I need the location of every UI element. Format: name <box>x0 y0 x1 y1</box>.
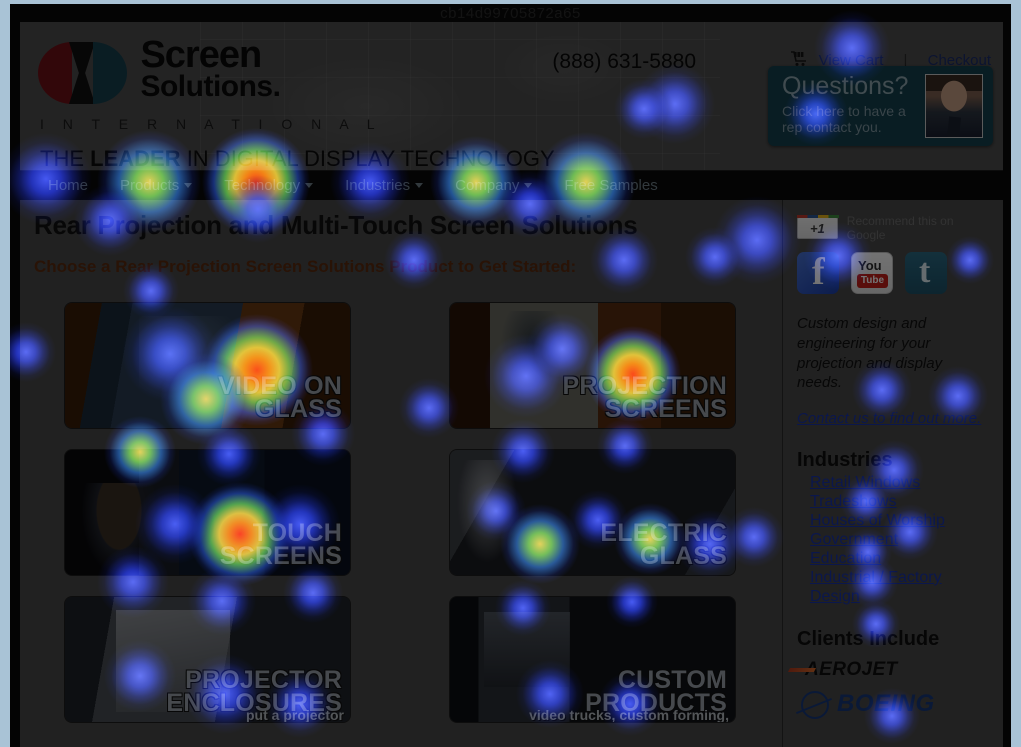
list-item[interactable]: Design <box>810 588 991 606</box>
tile-caption: TOUCH SCREENS <box>219 520 342 571</box>
nav-label: Products <box>120 177 180 194</box>
nav-item-free-samples[interactable]: Free Samples <box>548 177 673 194</box>
tagline-pre: THE <box>40 146 91 170</box>
page-title: Rear Projection and Multi-Touch Screen S… <box>34 210 638 240</box>
product-tile-grid: VIDEO ON GLASS PROJECTION SCREENS TOUCH … <box>34 303 782 722</box>
clients-heading: Clients Include <box>797 627 940 650</box>
tile-caption-line2: GLASS <box>639 542 727 571</box>
main-navigation: Home Products Technology Industries Comp… <box>20 170 1003 200</box>
industry-link-design[interactable]: Design <box>810 588 860 605</box>
boeing-mark-icon <box>797 689 831 719</box>
tile-caption-line2: SCREENS <box>219 542 342 571</box>
product-tile-video-on-glass[interactable]: VIDEO ON GLASS <box>65 303 350 428</box>
tile-caption: ELECTRIC GLASS <box>600 520 727 571</box>
nav-item-products[interactable]: Products <box>104 177 208 194</box>
tile-caption-line2: GLASS <box>254 395 342 424</box>
client-logo-boeing: BOEING <box>797 689 991 719</box>
list-item[interactable]: Government <box>810 531 991 549</box>
boeing-wordmark: BOEING <box>837 689 935 717</box>
list-item[interactable]: Education <box>810 550 991 568</box>
nav-label: Industries <box>345 177 411 194</box>
nav-item-technology[interactable]: Technology <box>208 177 329 194</box>
nav-label: Free Samples <box>564 177 658 194</box>
logo-mark-icon <box>38 42 130 104</box>
product-tile-electric-glass[interactable]: ELECTRIC GLASS <box>450 450 735 575</box>
site-tagline: THE LEADER IN DIGITAL DISPLAY TECHNOLOGY <box>40 146 555 170</box>
tagline-post: IN DIGITAL DISPLAY TECHNOLOGY <box>180 146 555 170</box>
client-logo-aerojet: AEROJET <box>797 659 991 681</box>
industry-link-houses-of-worship[interactable]: Houses of Worship <box>810 512 945 529</box>
questions-callout[interactable]: Questions? Click here to have a rep cont… <box>768 66 993 146</box>
social-links: You Tube <box>797 250 991 294</box>
tile-subcaption: put a projector <box>245 707 344 722</box>
sidebar: +1 Recommend this on Google You Tube Cus… <box>782 200 1003 747</box>
youtube-icon[interactable]: You Tube <box>851 252 893 294</box>
logo-subtitle: I N T E R N A T I O N A L <box>40 116 383 132</box>
tile-caption: VIDEO ON GLASS <box>218 373 342 424</box>
industry-link-government[interactable]: Government <box>810 531 898 548</box>
chevron-down-icon <box>305 183 314 188</box>
site-header: Screen Solutions. I N T E R N A T I O N … <box>20 22 1003 170</box>
rep-photo <box>925 74 983 138</box>
google-plusone-row: +1 Recommend this on Google <box>797 214 991 242</box>
industries-heading: Industries <box>797 448 893 471</box>
website-page: Screen Solutions. I N T E R N A T I O N … <box>20 22 1003 747</box>
aerojet-wordmark: AEROJET <box>797 659 991 681</box>
tile-caption-line2: SCREENS <box>604 395 727 424</box>
sidebar-description: Custom design and engineering for your p… <box>797 315 943 392</box>
chevron-down-icon <box>184 183 193 188</box>
choose-product-prompt: Choose a Rear Projection Screen Solution… <box>34 257 577 276</box>
site-logo[interactable]: Screen Solutions. <box>38 36 281 104</box>
nav-item-industries[interactable]: Industries <box>329 177 439 194</box>
product-tile-touch-screens[interactable]: TOUCH SCREENS <box>65 450 350 575</box>
logo-word-solutions: Solutions. <box>140 69 281 103</box>
list-item[interactable]: Houses of Worship <box>810 512 991 530</box>
browser-frame: cb14d99705872a65 Screen Solutions. I N T… <box>10 4 1011 747</box>
chevron-down-icon <box>524 183 533 188</box>
youtube-icon-top: You <box>858 258 882 273</box>
page-body: Rear Projection and Multi-Touch Screen S… <box>20 200 1003 747</box>
industry-link-industrial-factory[interactable]: Industrial / Factory <box>810 569 942 586</box>
questions-title: Questions? <box>782 72 909 100</box>
nav-label: Technology <box>224 177 301 194</box>
nav-item-home[interactable]: Home <box>32 177 104 194</box>
screenshot-viewport: cb14d99705872a65 Screen Solutions. I N T… <box>0 0 1021 747</box>
main-content: Rear Projection and Multi-Touch Screen S… <box>20 200 782 747</box>
chevron-down-icon <box>415 183 424 188</box>
twitter-icon[interactable] <box>905 252 947 294</box>
list-item[interactable]: Retail Windows <box>810 474 991 492</box>
product-tile-projector-enclosures[interactable]: PROJECTOR ENCLOSURES put a projector <box>65 597 350 722</box>
list-item[interactable]: Tradeshows <box>810 493 991 511</box>
product-tile-projection-screens[interactable]: PROJECTION SCREENS <box>450 303 735 428</box>
contact-us-link[interactable]: Contact us to find out more. <box>797 409 991 429</box>
industries-list: Retail Windows Tradeshows Houses of Wors… <box>797 474 991 606</box>
logo-wordmark: Screen Solutions. <box>140 34 281 103</box>
google-plusone-label: Recommend this on Google <box>846 214 954 242</box>
industry-link-retail-windows[interactable]: Retail Windows <box>810 474 920 491</box>
google-plus-one-button[interactable]: +1 <box>797 215 839 239</box>
industry-link-education[interactable]: Education <box>810 550 881 567</box>
product-tile-custom-products[interactable]: CUSTOM PRODUCTS video trucks, custom for… <box>450 597 735 722</box>
tile-caption: PROJECTION SCREENS <box>562 373 727 424</box>
nav-label: Company <box>455 177 520 194</box>
phone-number: (888) 631-5880 <box>552 50 696 73</box>
list-item[interactable]: Industrial / Factory <box>810 569 991 587</box>
questions-subtitle: Click here to have a rep contact you. <box>782 103 906 135</box>
nav-label: Home <box>48 177 89 194</box>
tagline-bold: LEADER <box>90 146 181 170</box>
tile-subcaption: video trucks, custom forming, <box>529 707 729 722</box>
industry-link-tradeshows[interactable]: Tradeshows <box>810 493 897 510</box>
youtube-icon-box: Tube <box>857 274 888 288</box>
nav-item-company[interactable]: Company <box>439 177 548 194</box>
facebook-icon[interactable] <box>797 250 839 294</box>
logo-word-screen: Screen <box>140 34 262 76</box>
